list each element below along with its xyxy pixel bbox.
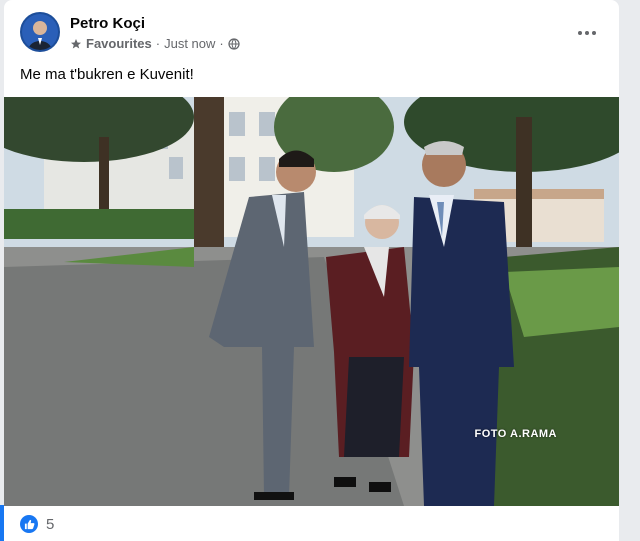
post-photo[interactable]: FOTO A.RAMA	[4, 97, 619, 506]
reaction-count[interactable]: 5	[46, 516, 54, 533]
meta-separator: ·	[155, 36, 161, 51]
star-icon	[70, 38, 82, 50]
post-caption: Me ma t'bukren e Kuvenit!	[20, 66, 194, 83]
post-header: Petro Koçi Favourites · Just now ·	[20, 12, 605, 56]
reactions-bar[interactable]: 5	[20, 515, 54, 533]
more-options-button[interactable]	[569, 18, 605, 46]
more-options-icon	[577, 23, 597, 41]
post-meta: Favourites · Just now ·	[70, 36, 240, 51]
audience-label[interactable]: Favourites	[86, 36, 152, 51]
avatar[interactable]	[20, 12, 60, 52]
meta-separator: ·	[219, 36, 224, 51]
timestamp[interactable]: Just now	[164, 36, 215, 51]
author-name[interactable]: Petro Koçi	[70, 15, 145, 32]
globe-icon[interactable]	[228, 37, 240, 50]
post-card: Petro Koçi Favourites · Just now · Me ma…	[4, 0, 619, 541]
photo-illustration	[4, 97, 619, 506]
photo-credit: FOTO A.RAMA	[474, 428, 557, 440]
like-icon	[20, 515, 38, 533]
